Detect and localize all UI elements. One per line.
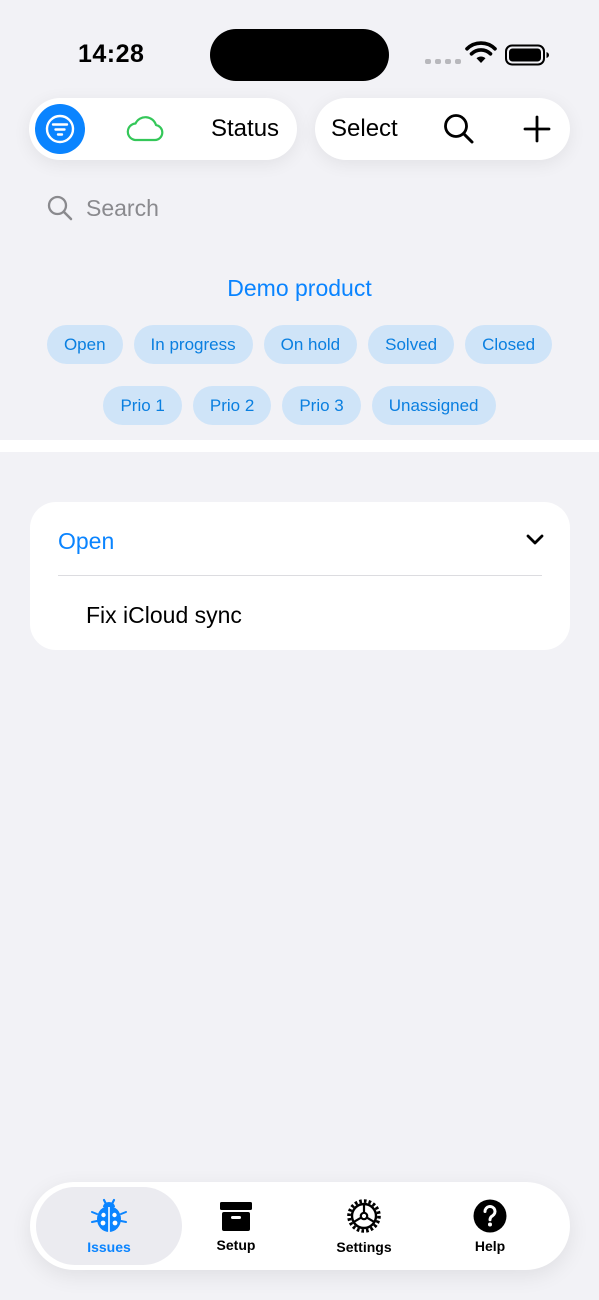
ladybug-icon xyxy=(91,1198,127,1232)
tab-label: Setup xyxy=(216,1237,256,1253)
issues-screen: 14:28 Status Select Search Demo product … xyxy=(0,0,599,1300)
search-field[interactable] xyxy=(46,190,386,226)
status-time: 14:28 xyxy=(78,40,145,68)
toolbar-left-group: Status xyxy=(29,98,297,160)
chip-in-progress[interactable]: In progress xyxy=(133,325,253,364)
issue-title: Fix iCloud sync xyxy=(86,602,242,628)
search-icon[interactable] xyxy=(442,112,476,146)
product-title[interactable]: Demo product xyxy=(0,275,599,302)
tab-settings[interactable]: Settings xyxy=(318,1182,410,1270)
chip-on-hold[interactable]: On hold xyxy=(263,325,358,364)
chip-closed[interactable]: Closed xyxy=(465,325,553,364)
chevron-down-icon[interactable] xyxy=(524,532,546,548)
issue-group-card: Open Fix iCloud sync xyxy=(30,502,570,650)
filter-button[interactable] xyxy=(35,104,85,154)
battery-icon xyxy=(505,44,549,66)
section-divider xyxy=(0,440,599,452)
cloud-sync-button[interactable] xyxy=(123,110,167,148)
chip-prio-3[interactable]: Prio 3 xyxy=(282,386,361,425)
cloud-icon xyxy=(126,116,164,142)
status-bar: 14:28 xyxy=(0,0,599,90)
tab-label: Issues xyxy=(87,1239,131,1255)
tab-bar: Issues Setup Settings Help xyxy=(30,1182,570,1270)
plus-icon[interactable] xyxy=(521,113,553,145)
filter-circle-icon xyxy=(45,114,75,144)
question-circle-icon xyxy=(473,1199,507,1233)
tab-label: Help xyxy=(474,1238,506,1254)
wifi-icon xyxy=(465,41,497,63)
search-field-icon xyxy=(47,195,73,221)
chip-unassigned[interactable]: Unassigned xyxy=(371,386,496,425)
toolbar-right-group: Select xyxy=(315,98,570,160)
cellular-signal-icon xyxy=(425,59,461,64)
status-button[interactable]: Status xyxy=(211,115,279,143)
issue-row[interactable]: Fix iCloud sync xyxy=(30,576,570,650)
tab-issues[interactable]: Issues xyxy=(36,1187,182,1265)
gear-icon xyxy=(347,1199,381,1233)
archive-box-icon xyxy=(220,1202,252,1231)
select-button[interactable]: Select xyxy=(331,115,398,143)
tab-label: Settings xyxy=(336,1239,392,1255)
group-title: Open xyxy=(58,528,115,554)
tab-help[interactable]: Help xyxy=(444,1182,536,1270)
priority-filter-chips: Prio 1 Prio 2 Prio 3 Unassigned xyxy=(0,386,599,425)
chip-prio-2[interactable]: Prio 2 xyxy=(192,386,272,425)
group-header-open[interactable]: Open xyxy=(30,502,570,576)
chip-open[interactable]: Open xyxy=(46,325,123,364)
tab-setup[interactable]: Setup xyxy=(190,1182,282,1270)
status-filter-chips: Open In progress On hold Solved Closed xyxy=(0,325,599,364)
chip-solved[interactable]: Solved xyxy=(368,325,455,364)
chip-prio-1[interactable]: Prio 1 xyxy=(103,386,182,425)
dynamic-island xyxy=(210,29,389,81)
search-input[interactable] xyxy=(86,194,386,222)
